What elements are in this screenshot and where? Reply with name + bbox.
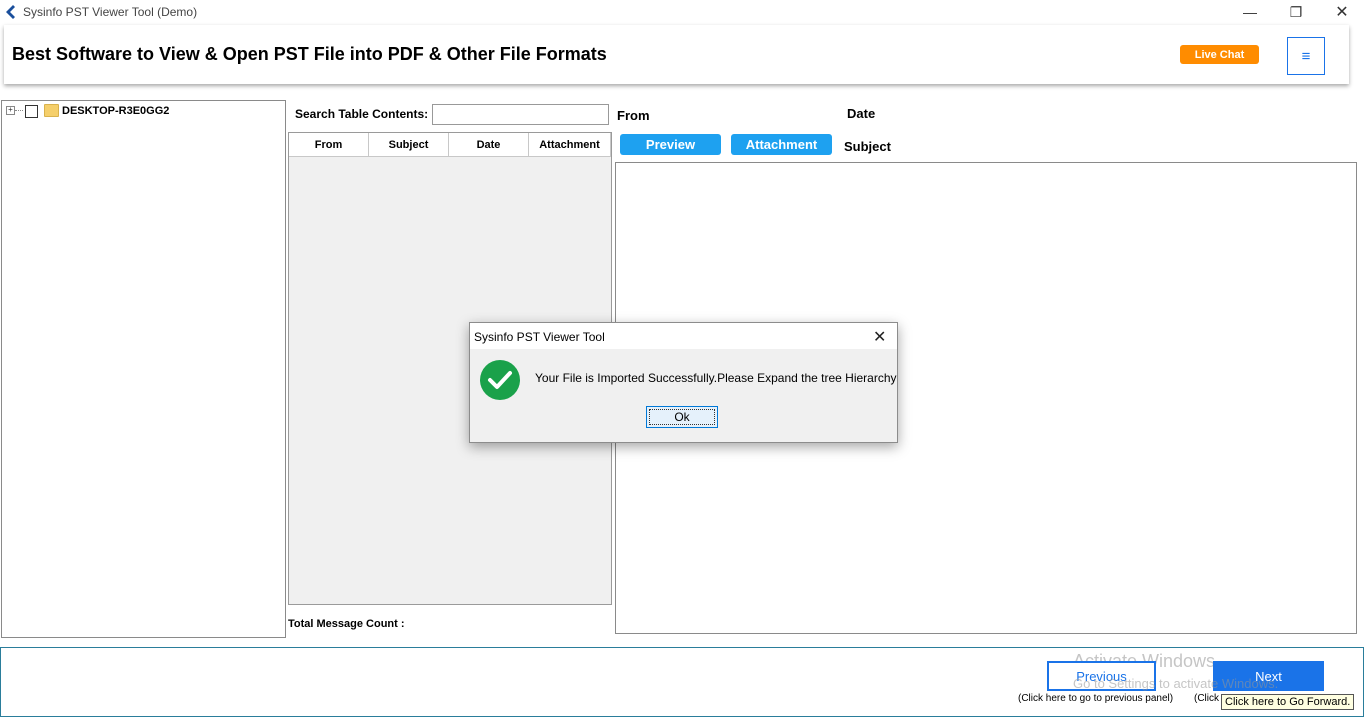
window-title: Sysinfo PST Viewer Tool (Demo) <box>23 5 198 19</box>
preview-subject-label: Subject <box>844 139 891 154</box>
search-input[interactable] <box>432 104 609 125</box>
minimize-button[interactable]: — <box>1227 0 1273 24</box>
previous-hint: (Click here to go to previous panel) <box>1018 693 1174 704</box>
total-message-count-label: Total Message Count : <box>288 618 405 630</box>
hamburger-menu-button[interactable]: ≡ <box>1287 37 1325 75</box>
tree-root-label[interactable]: DESKTOP-R3E0GG2 <box>62 105 169 117</box>
attachment-tab-button[interactable]: Attachment <box>731 134 832 155</box>
message-table-header: From Subject Date Attachment <box>289 133 611 157</box>
dialog-title: Sysinfo PST Viewer Tool <box>474 330 605 344</box>
ok-button[interactable]: Ok <box>646 406 718 428</box>
success-check-icon <box>480 360 520 400</box>
live-chat-button[interactable]: Live Chat <box>1180 45 1259 64</box>
page-title: Best Software to View & Open PST File in… <box>12 44 607 64</box>
tree-expand-icon[interactable]: + <box>6 106 15 115</box>
dialog-close-button[interactable]: ✕ <box>873 327 886 347</box>
dialog-body: Your File is Imported Successfully.Pleas… <box>470 349 897 442</box>
column-header-attachment[interactable]: Attachment <box>529 133 611 157</box>
activate-windows-hint: Go to Settings to activate Windows. <box>1073 676 1279 691</box>
header-banner: Best Software to View & Open PST File in… <box>4 25 1349 84</box>
folder-tree-panel: + DESKTOP-R3E0GG2 <box>1 100 286 638</box>
dialog-titlebar: Sysinfo PST Viewer Tool ✕ <box>470 323 897 349</box>
preview-from-label: From <box>617 108 650 123</box>
next-tooltip: Click here to Go Forward. <box>1221 694 1355 710</box>
import-success-dialog: Sysinfo PST Viewer Tool ✕ Your File is I… <box>469 322 898 443</box>
column-header-subject[interactable]: Subject <box>369 133 449 157</box>
tree-root-checkbox[interactable] <box>25 105 38 118</box>
maximize-button[interactable]: ❐ <box>1273 0 1319 24</box>
hamburger-icon: ≡ <box>1301 47 1311 65</box>
next-hint: (Click <box>1194 693 1219 704</box>
app-logo-icon <box>6 5 15 19</box>
search-label: Search Table Contents: <box>295 107 429 121</box>
column-header-from[interactable]: From <box>289 133 369 157</box>
window-titlebar: Sysinfo PST Viewer Tool (Demo) — ❐ ✕ <box>0 0 1366 24</box>
preview-tab-button[interactable]: Preview <box>620 134 721 155</box>
column-header-date[interactable]: Date <box>449 133 529 157</box>
preview-date-label: Date <box>847 106 876 121</box>
close-window-button[interactable]: ✕ <box>1319 0 1365 24</box>
tree-connector <box>15 110 23 111</box>
folder-icon <box>44 104 59 117</box>
dialog-message: Your File is Imported Successfully.Pleas… <box>535 371 897 385</box>
